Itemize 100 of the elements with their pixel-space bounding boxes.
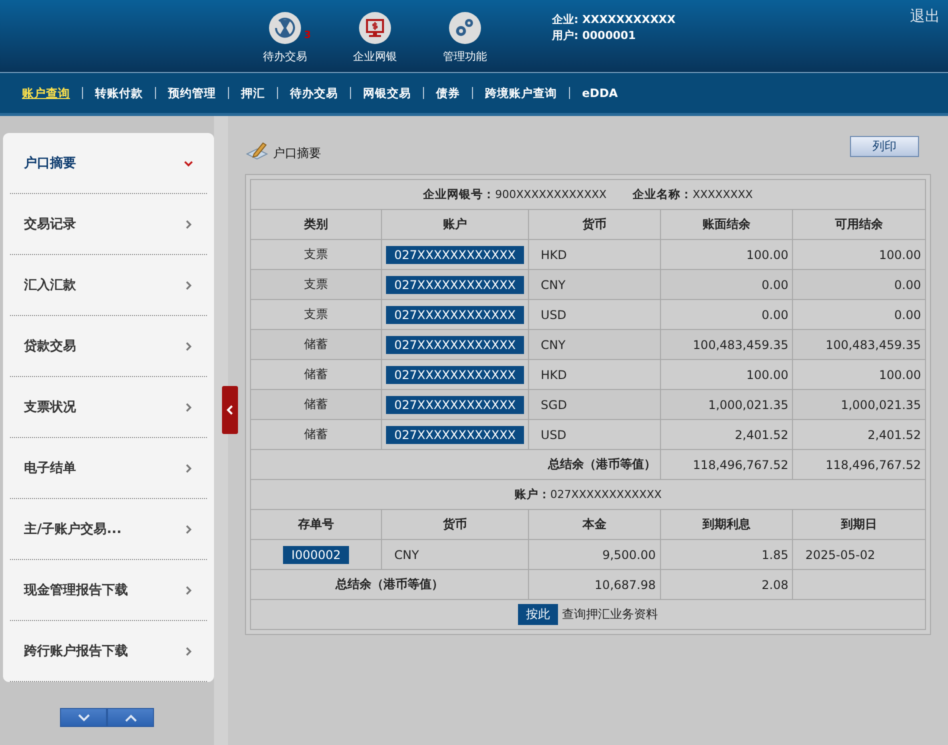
table-cell: 100.00 xyxy=(792,240,926,270)
table-cell: 0.00 xyxy=(792,270,926,300)
page-title: 户口摘要 xyxy=(273,145,321,162)
table-cell: 0.00 xyxy=(660,270,793,300)
column-header: 到期日 xyxy=(792,510,926,540)
nav-tab[interactable]: 待办交易 xyxy=(290,86,338,100)
chevron-left-icon xyxy=(226,405,234,415)
sidebar-item[interactable]: 贷款交易 xyxy=(10,316,207,377)
table-cell: 储蓄 xyxy=(250,420,382,450)
deposit-link[interactable]: I000002 xyxy=(283,546,349,564)
table-cell: SGD xyxy=(528,390,660,420)
sidebar-item[interactable]: 户口摘要 xyxy=(10,133,207,194)
table-cell: 100.00 xyxy=(792,360,926,390)
account-link[interactable]: 027XXXXXXXXXXXX xyxy=(386,306,524,324)
account-link[interactable]: 027XXXXXXXXXXXX xyxy=(386,276,524,294)
table-cell: 储蓄 xyxy=(250,360,382,390)
chevron-right-icon xyxy=(184,464,193,472)
table-cell: 1,000,021.35 xyxy=(792,390,926,420)
column-header: 货币 xyxy=(528,210,660,240)
table-cell: 118,496,767.52 xyxy=(792,450,926,480)
table-cell: 1,000,021.35 xyxy=(660,390,793,420)
column-header: 账面结余 xyxy=(660,210,793,240)
scroll-down-button[interactable] xyxy=(60,708,107,727)
column-header: 账户 xyxy=(382,210,528,240)
table-cell: HKD xyxy=(528,240,660,270)
sidebar-item[interactable]: 交易记录 xyxy=(10,194,207,255)
table-cell: 0.00 xyxy=(792,300,926,330)
chevron-right-icon xyxy=(184,342,193,350)
table-cell: 118,496,767.52 xyxy=(660,450,793,480)
nav-tab[interactable]: 网银交易 xyxy=(363,86,411,100)
table-cell: 支票 xyxy=(250,270,382,300)
chevron-right-icon xyxy=(184,524,193,534)
account-link[interactable]: 027XXXXXXXXXXXX xyxy=(386,396,524,414)
table-cell: 10,687.98 xyxy=(528,570,660,600)
table-cell: 储蓄 xyxy=(250,390,382,420)
column-header: 存单号 xyxy=(250,510,382,540)
pending-count: 3 xyxy=(304,30,311,41)
column-header: 到期利息 xyxy=(660,510,793,540)
logout-link[interactable]: 退出 xyxy=(910,7,940,26)
table-cell: 100.00 xyxy=(660,240,793,270)
table-cell: 0.00 xyxy=(660,300,793,330)
user-label: 用户: 0000001 xyxy=(552,28,637,43)
nav-tab[interactable]: 账户查询 xyxy=(22,86,70,100)
table-cell: 1.85 xyxy=(660,540,793,570)
nav-tab[interactable]: 预约管理 xyxy=(168,86,216,100)
table-cell: USD xyxy=(528,300,660,330)
chevron-up-icon xyxy=(124,714,138,722)
column-header: 货币 xyxy=(382,510,528,540)
module-link[interactable]: 企业网银 xyxy=(353,49,397,64)
table-cell: 2025-05-02 xyxy=(792,540,926,570)
chevron-down-icon xyxy=(76,714,90,722)
table-cell: 9,500.00 xyxy=(528,540,660,570)
nav-tab[interactable]: 押汇 xyxy=(241,86,265,100)
account-link[interactable]: 027XXXXXXXXXXXX xyxy=(386,246,524,264)
click-here-button[interactable]: 按此 xyxy=(518,604,558,625)
module-link[interactable]: 待办交易 xyxy=(263,49,307,64)
table-cell: CNY xyxy=(528,270,660,300)
nav-tab[interactable]: eDDA xyxy=(582,86,618,100)
table-cell: 支票 xyxy=(250,300,382,330)
total-label: 总结余（港币等值） xyxy=(250,450,660,480)
table-cell: CNY xyxy=(382,540,528,570)
table-cell: USD xyxy=(528,420,660,450)
account-link[interactable]: 027XXXXXXXXXXXX xyxy=(386,426,524,444)
monitor-icon[interactable] xyxy=(358,11,392,45)
info-cell: 企业网银号：900XXXXXXXXXXXX 企业名称：XXXXXXXX xyxy=(250,180,926,210)
sidebar-item[interactable]: 主/子账户交易... xyxy=(10,499,207,560)
chevron-right-icon xyxy=(184,220,193,228)
nav-tab[interactable]: 债券 xyxy=(436,86,460,100)
account-info-cell: 账户：027XXXXXXXXXXXX xyxy=(250,480,926,510)
gears-icon[interactable] xyxy=(448,11,482,45)
scroll-up-button[interactable] xyxy=(107,708,154,727)
chevron-right-icon xyxy=(184,402,193,412)
nav-tab[interactable]: 跨境账户查询 xyxy=(485,86,557,100)
column-header: 类别 xyxy=(250,210,382,240)
sidebar-item[interactable]: 汇入汇款 xyxy=(10,255,207,316)
chevron-down-icon xyxy=(184,158,193,168)
account-link[interactable]: 027XXXXXXXXXXXX xyxy=(386,366,524,384)
pencil-note-icon xyxy=(245,140,269,162)
sidebar-item[interactable]: 跨行账户报告下载 xyxy=(10,621,207,682)
nav-tab[interactable]: 转账付款 xyxy=(95,86,143,100)
chevron-right-icon xyxy=(184,280,193,290)
table-cell: 2,401.52 xyxy=(792,420,926,450)
sidebar-item[interactable]: 支票状况 xyxy=(10,377,207,438)
total-label: 总结余（港币等值） xyxy=(250,570,528,600)
collapse-button[interactable] xyxy=(222,386,238,434)
module-link[interactable]: 管理功能 xyxy=(443,49,487,64)
table-cell: CNY xyxy=(528,330,660,360)
table-cell: 100,483,459.35 xyxy=(792,330,926,360)
table-cell: 2.08 xyxy=(660,570,793,600)
sidebar-item[interactable]: 现金管理报告下载 xyxy=(10,560,207,621)
chevron-right-icon xyxy=(184,646,193,656)
print-button[interactable]: 列印 xyxy=(850,136,919,157)
column-header: 本金 xyxy=(528,510,660,540)
account-link[interactable]: 027XXXXXXXXXXXX xyxy=(386,336,524,354)
hourglass-icon[interactable] xyxy=(268,11,302,45)
table-cell: 100.00 xyxy=(660,360,793,390)
table-cell: 100,483,459.35 xyxy=(660,330,793,360)
chevron-right-icon xyxy=(184,586,193,594)
sidebar-item[interactable]: 电子结单 xyxy=(10,438,207,499)
table-cell: 2,401.52 xyxy=(660,420,793,450)
